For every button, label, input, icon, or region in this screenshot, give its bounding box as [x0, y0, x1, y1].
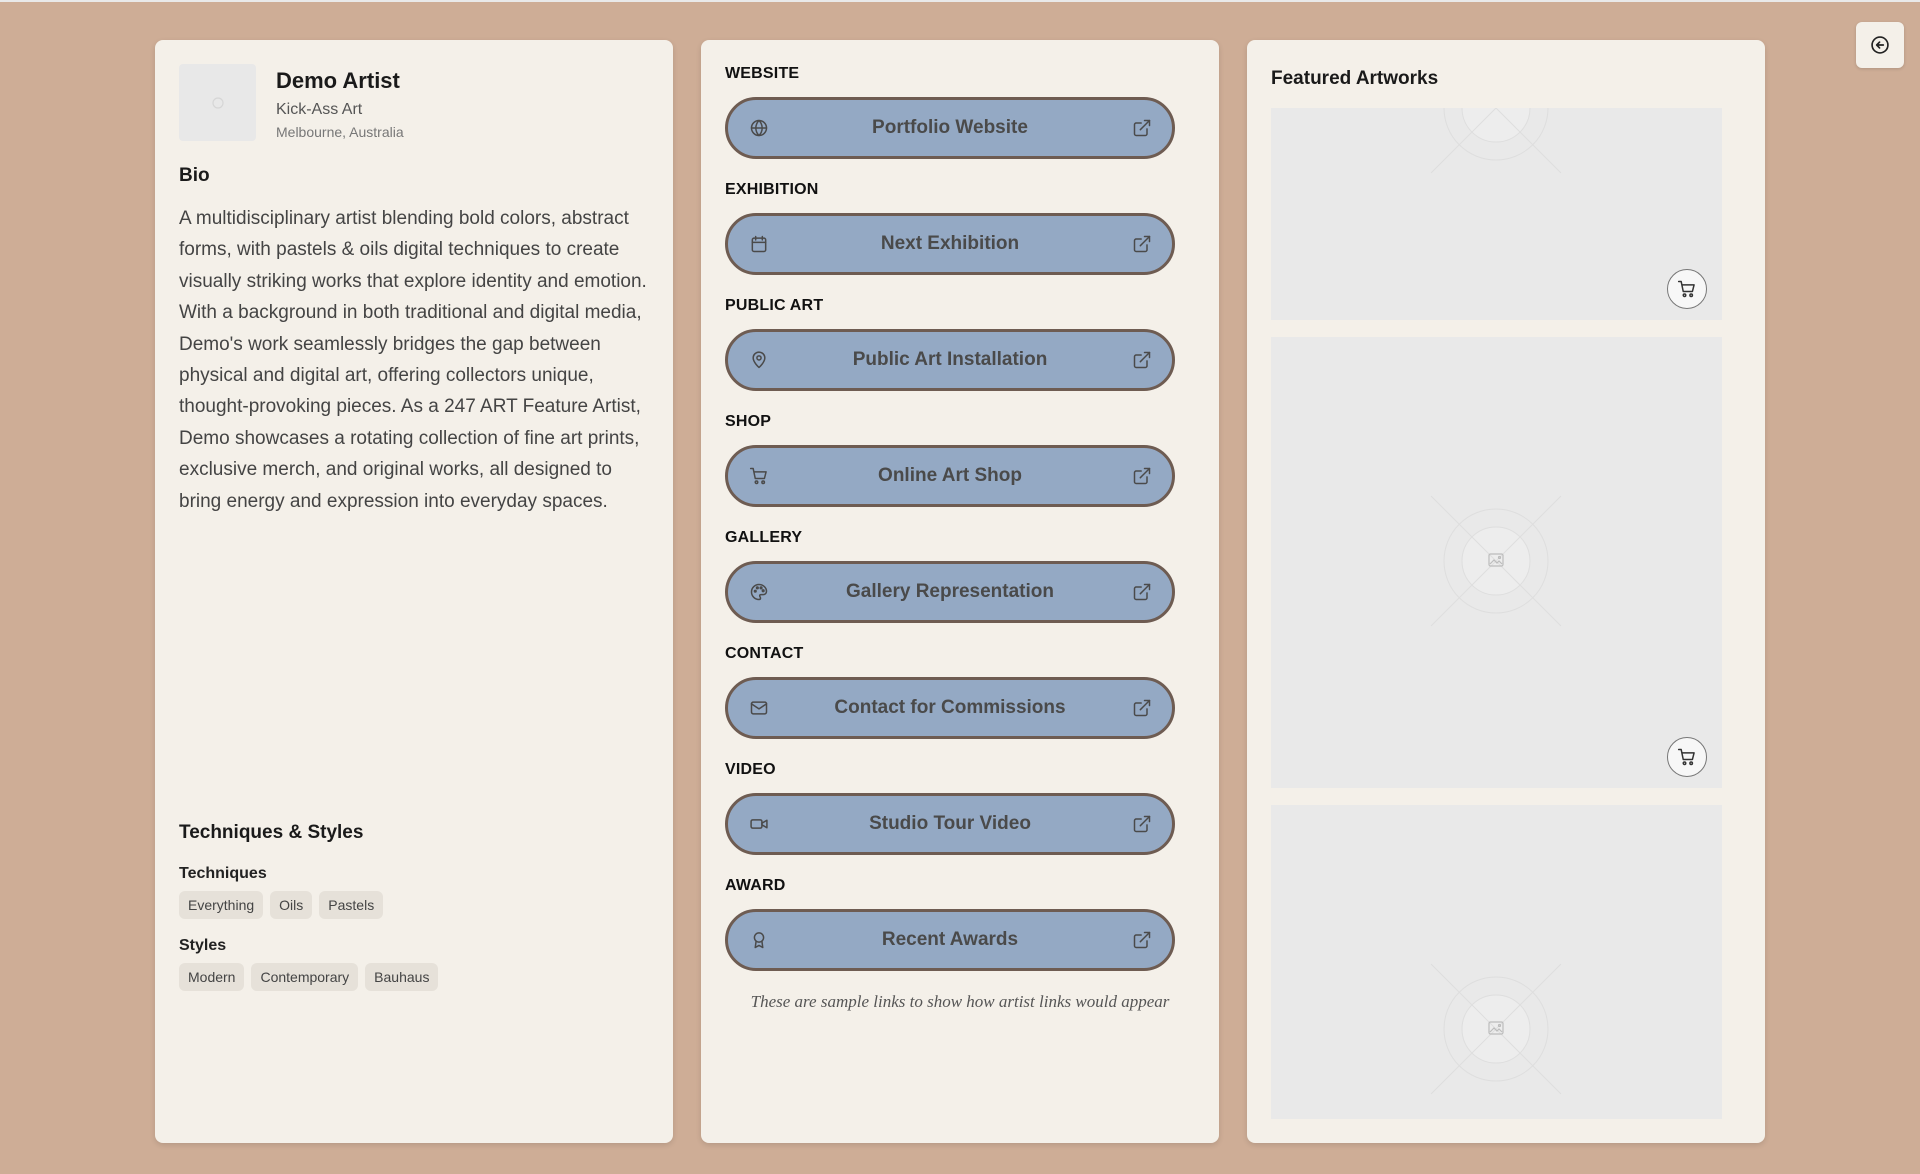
artwork-placeholder-image — [1430, 963, 1562, 1095]
artist-location: Melbourne, Australia — [276, 124, 404, 140]
artwork-card[interactable] — [1271, 337, 1722, 788]
link-label: Contact for Commissions — [834, 697, 1066, 718]
cart-icon — [1677, 748, 1695, 766]
palette-icon — [750, 583, 768, 601]
link-section-label: SHOP — [725, 413, 772, 430]
sample-links-note: These are sample links to show how artis… — [750, 992, 1170, 1011]
link-section-contact: CONTACT Contact for Commissions — [725, 645, 1175, 739]
featured-artworks-panel: Featured Artworks — [1247, 40, 1765, 1143]
technique-tag: Everything — [179, 891, 264, 919]
link-section-video: VIDEO Studio Tour Video — [725, 761, 1175, 855]
portfolio-website-link[interactable]: Portfolio Website — [725, 97, 1175, 159]
techniques-label: Techniques — [179, 865, 267, 882]
public-art-installation-link[interactable]: Public Art Installation — [725, 329, 1175, 391]
techniques-tags: Everything Oils Pastels — [179, 891, 384, 919]
link-section-label: CONTACT — [725, 645, 804, 662]
artist-company: Kick-Ass Art — [276, 101, 363, 118]
globe-icon — [750, 119, 768, 137]
studio-tour-video-link[interactable]: Studio Tour Video — [725, 793, 1175, 855]
mail-icon — [750, 701, 768, 715]
style-tag: Contemporary — [251, 963, 359, 991]
link-section-label: EXHIBITION — [725, 181, 819, 198]
award-icon — [753, 932, 765, 949]
techniques-styles-heading: Techniques & Styles — [179, 822, 364, 843]
artist-links-panel: WEBSITE Portfolio Website EXHIBITION Nex… — [701, 40, 1219, 1143]
contact-for-commissions-link[interactable]: Contact for Commissions — [725, 677, 1175, 739]
link-label: Online Art Shop — [878, 465, 1022, 486]
artwork-placeholder-image — [1430, 495, 1562, 627]
link-section-website: WEBSITE Portfolio Website — [725, 65, 1175, 159]
link-section-label: VIDEO — [725, 761, 776, 778]
styles-tags: Modern Contemporary Bauhaus — [179, 963, 439, 991]
gallery-representation-link[interactable]: Gallery Representation — [725, 561, 1175, 623]
video-icon — [750, 819, 768, 829]
avatar-placeholder-icon — [211, 96, 224, 109]
arrow-left-circle-icon — [1871, 36, 1889, 54]
link-label: Portfolio Website — [872, 117, 1028, 138]
link-section-public-art: PUBLIC ART Public Art Installation — [725, 297, 1175, 391]
link-section-award: AWARD Recent Awards — [725, 877, 1175, 971]
external-link-icon — [1133, 815, 1151, 833]
technique-tag: Oils — [270, 891, 313, 919]
technique-tag: Pastels — [319, 891, 384, 919]
artist-profile-panel: Demo Artist Kick-Ass Art Melbourne, Aust… — [155, 40, 673, 1143]
link-section-label: GALLERY — [725, 529, 803, 546]
external-link-icon — [1133, 235, 1151, 253]
next-exhibition-link[interactable]: Next Exhibition — [725, 213, 1175, 275]
bio-text: A multidisciplinary artist blending bold… — [179, 208, 647, 512]
style-tag: Bauhaus — [365, 963, 439, 991]
artwork-card[interactable] — [1271, 108, 1722, 320]
style-tag: Modern — [179, 963, 245, 991]
link-section-gallery: GALLERY Gallery Representation — [725, 529, 1175, 623]
link-section-label: WEBSITE — [725, 65, 800, 82]
link-section-label: PUBLIC ART — [725, 297, 824, 314]
external-link-icon — [1133, 119, 1151, 137]
add-to-cart-button[interactable] — [1667, 269, 1707, 309]
external-link-icon — [1133, 351, 1151, 369]
link-label: Public Art Installation — [852, 349, 1048, 370]
link-label: Recent Awards — [881, 929, 1019, 950]
artist-name: Demo Artist — [276, 68, 400, 93]
artwork-placeholder-image — [1430, 108, 1562, 174]
styles-label: Styles — [179, 937, 227, 954]
online-art-shop-link[interactable]: Online Art Shop — [725, 445, 1175, 507]
artwork-card[interactable] — [1271, 805, 1722, 1119]
cart-icon — [749, 467, 767, 485]
external-link-icon — [1133, 583, 1151, 601]
external-link-icon — [1133, 699, 1151, 717]
bio-heading: Bio — [179, 165, 210, 186]
recent-awards-link[interactable]: Recent Awards — [725, 909, 1175, 971]
link-section-shop: SHOP Online Art Shop — [725, 413, 1175, 507]
link-label: Studio Tour Video — [869, 813, 1031, 834]
top-border — [0, 0, 1920, 2]
back-button[interactable] — [1856, 22, 1904, 68]
link-label: Gallery Representation — [845, 581, 1055, 602]
external-link-icon — [1133, 467, 1151, 485]
map-pin-icon — [752, 351, 766, 369]
cart-icon — [1677, 280, 1695, 298]
link-section-exhibition: EXHIBITION Next Exhibition — [725, 181, 1175, 275]
avatar — [179, 64, 256, 141]
add-to-cart-button[interactable] — [1667, 737, 1707, 777]
link-section-label: AWARD — [725, 877, 786, 894]
featured-artworks-title: Featured Artworks — [1271, 68, 1439, 89]
link-label: Next Exhibition — [880, 233, 1020, 254]
external-link-icon — [1133, 931, 1151, 949]
calendar-icon — [751, 235, 767, 253]
